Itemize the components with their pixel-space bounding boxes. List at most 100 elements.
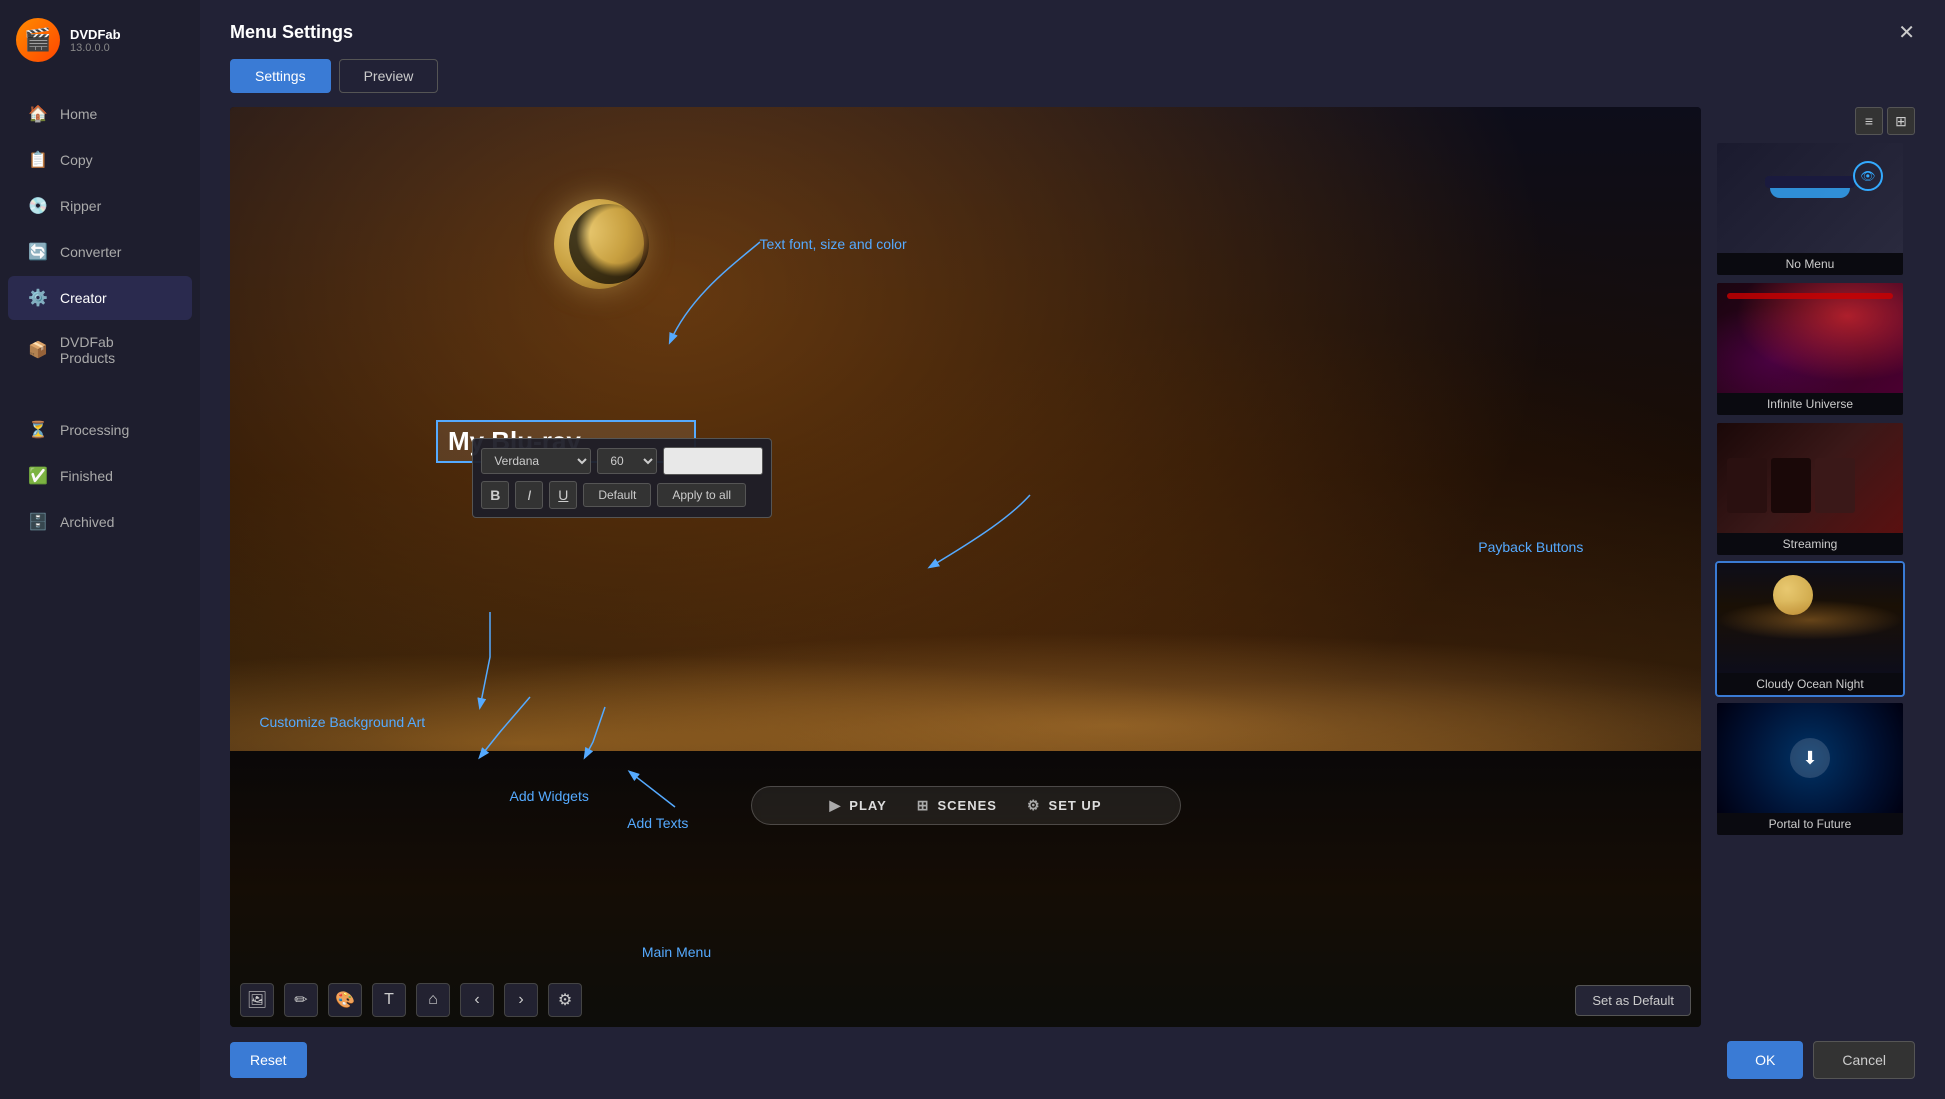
view-toggle: ≡ ⊞ [1715,107,1915,135]
sidebar-label-home: Home [60,106,97,122]
sidebar-label-converter: Converter [60,244,121,260]
theme-card-infinite-universe[interactable]: Infinite Universe [1715,281,1905,417]
ripper-icon: 💿 [28,196,48,216]
sidebar-label-processing: Processing [60,422,129,438]
creator-icon: ⚙️ [28,288,48,308]
sidebar-item-dvdfab-products[interactable]: 📦 DVDFab Products [8,322,192,378]
playback-buttons-group: ▶ PLAY ⊞ SCENES ⚙ SET UP [751,786,1181,825]
play-button[interactable]: ▶ PLAY [830,797,887,814]
list-view-button[interactable]: ≡ [1855,107,1883,135]
settings-tool-button[interactable]: ⚙ [548,983,582,1017]
sidebar-item-ripper[interactable]: 💿 Ripper [8,184,192,228]
theme-thumb-no-menu: 👁 [1717,143,1903,253]
finished-icon: ✅ [28,466,48,486]
theme-label-no-menu: No Menu [1717,253,1903,275]
grid-view-button[interactable]: ⊞ [1887,107,1915,135]
italic-button[interactable]: I [515,481,543,509]
dialog-header: Menu Settings ✕ [230,20,1915,45]
theme-thumb-infinite [1717,283,1903,393]
right-panel-wrapper: ≡ ⊞ 👁 No Menu [1715,107,1915,1027]
theme-thumb-ocean [1717,563,1903,673]
annotation-add-texts: Add Texts [627,815,688,831]
next-tool-button[interactable]: › [504,983,538,1017]
bold-button[interactable]: B [481,481,509,509]
theme-label-streaming: Streaming [1717,533,1903,555]
image-tool-button[interactable]: 🖼 [240,983,274,1017]
sidebar-item-home[interactable]: 🏠 Home [8,92,192,136]
scenes-label: SCENES [938,798,997,813]
logo-icon: 🎬 [16,18,60,62]
setup-label: SET UP [1049,798,1102,813]
apply-all-button[interactable]: Apply to all [657,483,746,507]
content-row: Verdana 60 B I U Default App [230,107,1915,1027]
annotation-main-menu: Main Menu [642,944,711,960]
setup-icon: ⚙ [1027,797,1041,814]
set-default-button[interactable]: Set as Default [1575,985,1691,1016]
footer-right-buttons: OK Cancel [1727,1041,1915,1079]
sidebar-item-finished[interactable]: ✅ Finished [8,454,192,498]
canvas-title-area: Verdana 60 B I U Default App [436,420,696,463]
moon-decoration [554,199,644,289]
theme-thumb-streaming [1717,423,1903,533]
app-version: 13.0.0.0 [70,42,121,54]
tab-preview[interactable]: Preview [339,59,439,93]
underline-button[interactable]: U [549,481,577,509]
archived-icon: 🗄️ [28,512,48,532]
cancel-button[interactable]: Cancel [1813,1041,1915,1079]
reset-button[interactable]: Reset [230,1042,307,1078]
ok-button[interactable]: OK [1727,1041,1803,1079]
theme-card-portal-to-future[interactable]: ⬇ Portal to Future [1715,701,1905,837]
home-tool-button[interactable]: ⌂ [416,983,450,1017]
sidebar-label-ripper: Ripper [60,198,101,214]
sidebar-label-creator: Creator [60,290,107,306]
theme-thumb-portal: ⬇ [1717,703,1903,813]
scenes-button[interactable]: ⊞ SCENES [917,797,997,814]
main-content: Menu Settings ✕ Settings Preview [200,0,1945,1099]
dvdfab-products-icon: 📦 [28,340,48,360]
annotation-add-widgets: Add Widgets [509,788,588,804]
theme-label-portal-to-future: Portal to Future [1717,813,1903,835]
sidebar-item-creator[interactable]: ⚙️ Creator [8,276,192,320]
theme-label-cloudy-ocean-night: Cloudy Ocean Night [1717,673,1903,695]
text-tool-button[interactable]: T [372,983,406,1017]
theme-label-infinite-universe: Infinite Universe [1717,393,1903,415]
sidebar-item-archived[interactable]: 🗄️ Archived [8,500,192,544]
color-picker[interactable] [663,447,763,475]
dialog-tabs: Settings Preview [230,59,1915,93]
sidebar-item-converter[interactable]: 🔄 Converter [8,230,192,274]
annotation-customize-bg: Customize Background Art [259,714,425,730]
sidebar-label-dvdfab-products: DVDFab Products [60,334,172,366]
annotation-text-font: Text font, size and color [760,236,907,252]
annotation-payback-buttons: Payback Buttons [1478,539,1583,555]
tab-settings[interactable]: Settings [230,59,331,93]
sidebar-item-copy[interactable]: 📋 Copy [8,138,192,182]
theme-card-no-menu[interactable]: 👁 No Menu [1715,141,1905,277]
dialog-footer: Reset OK Cancel [230,1027,1915,1079]
canvas-area: Verdana 60 B I U Default App [230,107,1701,1027]
font-family-select[interactable]: Verdana [481,448,591,474]
theme-card-cloudy-ocean-night[interactable]: Cloudy Ocean Night [1715,561,1905,697]
theme-card-streaming[interactable]: Streaming [1715,421,1905,557]
sidebar-label-archived: Archived [60,514,114,530]
home-icon: 🏠 [28,104,48,124]
palette-tool-button[interactable]: 🎨 [328,983,362,1017]
sidebar-item-processing[interactable]: ⏳ Processing [8,408,192,452]
setup-button[interactable]: ⚙ SET UP [1027,797,1102,814]
copy-icon: 📋 [28,150,48,170]
app-name: DVDFab [70,27,121,42]
prev-tool-button[interactable]: ‹ [460,983,494,1017]
toolbar-icons-group: 🖼 ✏ 🎨 T ⌂ ‹ › ⚙ [240,983,582,1017]
app-logo: 🎬 DVDFab 13.0.0.0 [0,0,200,80]
sidebar-label-copy: Copy [60,152,93,168]
font-row-1: Verdana 60 [481,447,763,475]
processing-icon: ⏳ [28,420,48,440]
scenes-icon: ⊞ [917,797,930,814]
default-button[interactable]: Default [583,483,651,507]
sidebar: 🎬 DVDFab 13.0.0.0 🏠 Home 📋 Copy 💿 Ripper… [0,0,200,1099]
edit-tool-button[interactable]: ✏ [284,983,318,1017]
dialog-close-button[interactable]: ✕ [1898,20,1915,45]
font-row-2: B I U Default Apply to all [481,481,763,509]
canvas-toolbar: 🖼 ✏ 🎨 T ⌂ ‹ › ⚙ Set as Default [240,983,1691,1017]
font-size-select[interactable]: 60 [597,448,657,474]
theme-panel: 👁 No Menu Infinite Universe [1715,141,1905,837]
